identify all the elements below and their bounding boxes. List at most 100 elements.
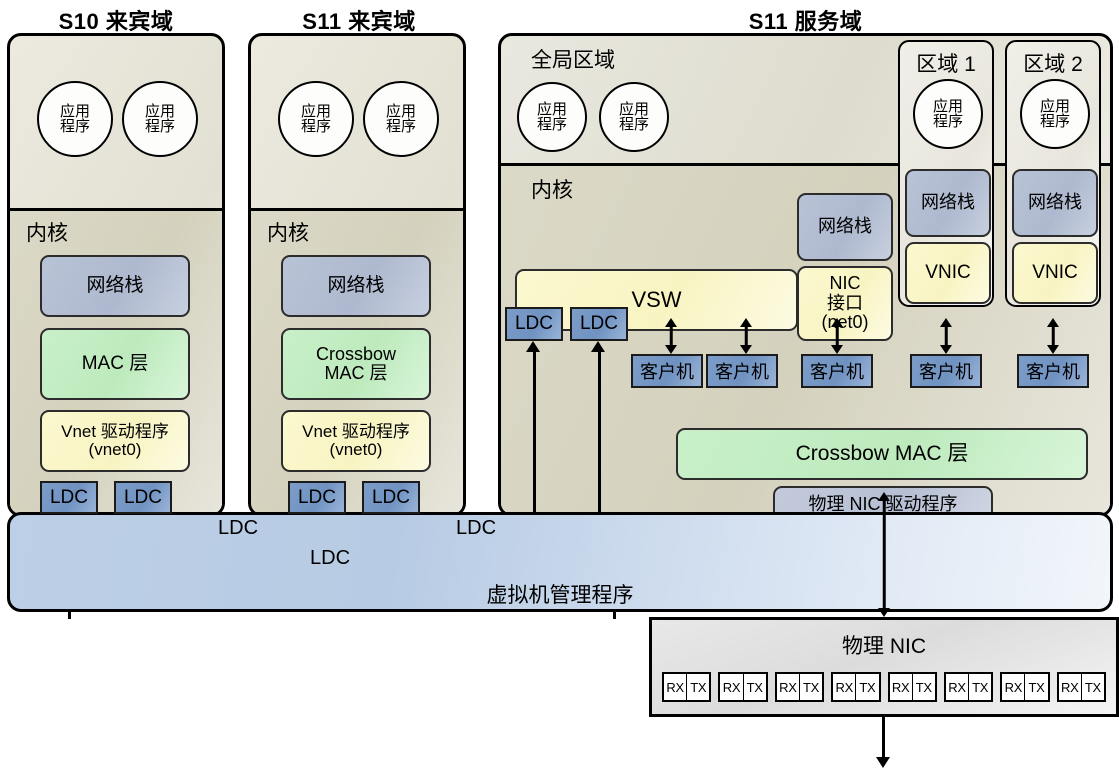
nic-port-rx: RX <box>664 674 688 700</box>
nic-port-tx: TX <box>1028 679 1045 695</box>
net-stack-box-global: 网络栈 <box>797 193 893 261</box>
s11-app-zone: 应用 程序 应用 程序 <box>251 36 463 208</box>
app-label-line2: 程序 <box>932 113 963 130</box>
ldc-box: LDC <box>362 481 420 514</box>
app-label-line2: 程序 <box>536 116 567 133</box>
title-s10-guest-domain: S10 来宾域 <box>58 9 174 34</box>
s11-kernel-zone: 内核 网络栈 Crossbow MAC 层 Vnet 驱动程序 (vnet0) <box>251 208 463 514</box>
client-box: 客户机 <box>910 354 982 388</box>
ldc-box-vsw: LDC <box>570 307 628 341</box>
nic-port-rx: RX <box>833 674 857 700</box>
vnic-box-zone1: VNIC <box>905 242 991 304</box>
app-label-line1: 应用 <box>1039 97 1070 115</box>
diagram-canvas: S10 来宾域 S11 来宾域 S11 服务域 应用 程序 应用 程序 内核 网… <box>0 0 1119 774</box>
vnic-box-zone2: VNIC <box>1012 242 1098 304</box>
double-arrow-driver-physical-nic <box>874 492 894 617</box>
app-circle: 应用 程序 <box>1020 79 1090 149</box>
kernel-label: 内核 <box>267 222 309 245</box>
title-s11-service-domain: S11 服务域 <box>748 9 863 34</box>
app-circle: 应用 程序 <box>37 81 113 157</box>
physical-nic-port-row: RX TX RX TX RX TX RX TX RX TX RX TX RX T… <box>662 672 1106 702</box>
app-label-line1: 应用 <box>385 102 416 120</box>
app-label-line1: 应用 <box>59 102 90 120</box>
nic-port: RX TX <box>943 672 994 702</box>
app-label-line1: 应用 <box>536 100 567 118</box>
double-arrow-vsw-client2 <box>737 318 755 354</box>
app-circle: 应用 程序 <box>363 81 439 157</box>
double-arrow-vsw-client1 <box>662 318 680 354</box>
network-link-arrow <box>876 757 890 768</box>
s11-guest-domain: 应用 程序 应用 程序 内核 网络栈 Crossbow MAC 层 Vnet 驱… <box>248 33 466 517</box>
ldc-connection-label: LDC <box>218 517 259 539</box>
client-box: 客户机 <box>801 354 873 388</box>
net-stack-box-zone1: 网络栈 <box>905 169 991 237</box>
network-link-line <box>882 717 885 759</box>
ldc-arrow-up <box>526 341 540 352</box>
nic-port-tx: TX <box>803 679 820 695</box>
ldc-riser-vertical <box>533 349 536 514</box>
hypervisor-band: 虚拟机管理程序 <box>7 512 1113 612</box>
vnet-driver-box: Vnet 驱动程序 (vnet0) <box>40 410 190 472</box>
app-label-line1: 应用 <box>618 100 649 118</box>
zone-title: 区域 2 <box>1023 53 1083 76</box>
nic-port-rx: RX <box>946 674 970 700</box>
nic-port-tx: TX <box>915 679 932 695</box>
ldc-connection-label: LDC <box>456 517 497 539</box>
app-label-line1: 应用 <box>144 102 175 120</box>
nic-port: RX TX <box>1056 672 1106 702</box>
nic-port: RX TX <box>718 672 768 702</box>
ldc-box: LDC <box>114 481 172 514</box>
app-label-line2: 程序 <box>1039 113 1070 130</box>
net-stack-box: 网络栈 <box>281 255 431 317</box>
ldc-connection-label: LDC <box>310 547 351 569</box>
zone-2-container: 区域 2 应用 程序 网络栈 VNIC <box>1005 40 1101 307</box>
nic-port-rx: RX <box>890 674 913 700</box>
ldc-arrow-up <box>591 341 605 352</box>
nic-port-rx: RX <box>720 674 744 700</box>
double-arrow-vnic1-client4 <box>937 318 955 354</box>
app-circle: 应用 程序 <box>278 81 354 157</box>
app-label-line1: 应用 <box>300 102 331 120</box>
nic-port-rx: RX <box>777 674 800 700</box>
client-box: 客户机 <box>706 354 778 388</box>
app-label-line2: 程序 <box>59 118 90 135</box>
s10-kernel-zone: 内核 网络栈 MAC 层 Vnet 驱动程序 (vnet0) <box>10 208 222 514</box>
physical-nic-title: 物理 NIC <box>842 635 926 658</box>
nic-port-tx: TX <box>746 679 763 695</box>
nic-port: RX TX <box>1000 672 1050 702</box>
physical-nic: 物理 NIC RX TX RX TX RX TX RX TX RX TX RX … <box>649 617 1119 717</box>
mac-layer-box: MAC 层 <box>40 328 190 400</box>
nic-port-tx: TX <box>1084 679 1101 695</box>
client-box: 客户机 <box>1017 354 1089 388</box>
global-zone-label: 全局区域 <box>531 49 615 72</box>
ldc-box: LDC <box>40 481 98 514</box>
zone-title: 区域 1 <box>916 53 976 76</box>
net-stack-box: 网络栈 <box>40 255 190 317</box>
s10-guest-domain: 应用 程序 应用 程序 内核 网络栈 MAC 层 Vnet 驱动程序 (vnet… <box>7 33 225 517</box>
kernel-label: 内核 <box>26 222 68 245</box>
net-stack-box-zone2: 网络栈 <box>1012 169 1098 237</box>
nic-port-tx: TX <box>972 679 989 695</box>
crossbow-mac-layer-box: Crossbow MAC 层 <box>281 328 431 400</box>
ldc-box: LDC <box>288 481 346 514</box>
client-box: 客户机 <box>631 354 703 388</box>
nic-port: RX TX <box>774 672 825 702</box>
kernel-label: 内核 <box>531 179 573 202</box>
nic-port: RX TX <box>887 672 937 702</box>
ldc-box-vsw: LDC <box>505 307 563 341</box>
nic-port: RX TX <box>662 672 712 702</box>
title-s11-guest-domain: S11 来宾域 <box>302 9 416 34</box>
nic-port: RX TX <box>831 672 881 702</box>
app-label-line2: 程序 <box>618 116 649 133</box>
ldc-riser-vertical <box>598 349 601 514</box>
nic-port-rx: RX <box>1059 674 1082 700</box>
app-label-line2: 程序 <box>385 118 416 135</box>
app-label-line1: 应用 <box>932 97 963 115</box>
app-circle: 应用 程序 <box>517 82 587 152</box>
nic-port-rx: RX <box>1002 674 1026 700</box>
app-circle: 应用 程序 <box>599 82 669 152</box>
crossbow-mac-layer-wide-box: Crossbow MAC 层 <box>676 428 1088 480</box>
app-circle: 应用 程序 <box>122 81 198 157</box>
vnet-driver-box: Vnet 驱动程序 (vnet0) <box>281 410 431 472</box>
hypervisor-label: 虚拟机管理程序 <box>486 584 634 607</box>
